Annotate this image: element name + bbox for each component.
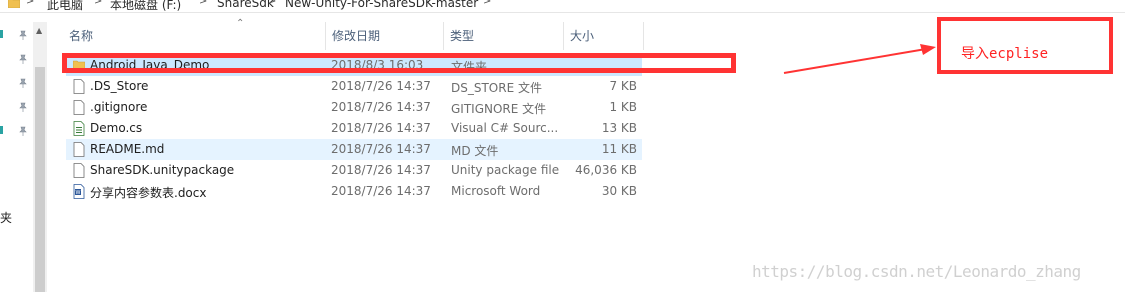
quick-access-marker [0, 30, 3, 38]
annotation-text: 导入ecplise [961, 46, 1049, 62]
annotation-arrow-icon [783, 44, 936, 74]
file-size: 7 KB [609, 79, 637, 93]
breadcrumb-separator: > [483, 0, 492, 7]
breadcrumb-this-pc[interactable]: 此电脑 [47, 0, 83, 13]
column-header-type[interactable]: 类型 [444, 22, 564, 50]
column-header-size[interactable]: 大小 [564, 22, 644, 50]
pin-icon [19, 54, 27, 64]
file-name: README.md [90, 142, 165, 156]
breadcrumb-separator: > [26, 0, 35, 7]
file-date: 2018/7/26 14:37 [331, 184, 431, 198]
file-row[interactable]: README.md 2018/7/26 14:37 MD 文件 11 KB [66, 139, 642, 160]
file-date: 2018/7/26 14:37 [331, 100, 431, 114]
file-name: Demo.cs [90, 121, 143, 135]
folder-icon [8, 0, 20, 8]
watermark: https://blog.csdn.net/Leonardo_zhang [752, 262, 1081, 281]
file-icon [73, 79, 85, 94]
file-size: 46,036 KB [575, 163, 637, 177]
file-type: Visual C# Sourc... [451, 121, 559, 135]
file-row[interactable]: ShareSDK.unitypackage 2018/7/26 14:37 Un… [66, 160, 642, 181]
file-icon [73, 163, 85, 178]
pin-icon [19, 78, 27, 88]
column-header-date[interactable]: 修改日期 [326, 22, 444, 50]
breadcrumb-project-folder[interactable]: New-Unity-For-ShareSDK-master [285, 0, 478, 10]
sort-caret-icon: ⌃ [236, 18, 245, 29]
column-header-name[interactable]: 名称 [63, 22, 326, 50]
navigation-pane[interactable]: 夹 [0, 14, 33, 292]
file-date: 2018/7/26 14:37 [331, 163, 431, 177]
file-icon [73, 142, 85, 157]
file-size: 11 KB [601, 142, 637, 156]
address-bar[interactable]: > 此电脑 > 本地磁盘 (F:) > ShareSdk > New-Unity… [0, 0, 1125, 13]
file-type: Unity package file [451, 163, 560, 177]
csharp-file-icon [73, 121, 85, 136]
file-row[interactable]: W 分享内容参数表.docx 2018/7/26 14:37 Microsoft… [66, 181, 642, 202]
file-icon [73, 100, 85, 115]
file-type: MD 文件 [451, 144, 499, 158]
column-header-row: 名称 修改日期 类型 大小 ⌃ [47, 18, 647, 50]
breadcrumb-separator: > [268, 0, 277, 7]
file-row[interactable]: .DS_Store 2018/7/26 14:37 DS_STORE 文件 7 … [66, 76, 642, 97]
scrollbar-thumb[interactable] [35, 67, 45, 292]
file-name: .gitignore [90, 100, 148, 114]
pin-icon [19, 102, 27, 112]
file-size: 1 KB [609, 100, 637, 114]
file-size: 30 KB [601, 184, 637, 198]
scroll-up-arrow-icon[interactable]: ▲ [36, 26, 42, 35]
annotation-callout: 导入ecplise [937, 17, 1113, 74]
file-row[interactable]: .gitignore 2018/7/26 14:37 GITIGNORE 文件 … [66, 97, 642, 118]
file-date: 2018/7/26 14:37 [331, 121, 431, 135]
breadcrumb-local-disk[interactable]: 本地磁盘 (F:) [110, 0, 181, 13]
file-date: 2018/7/26 14:37 [331, 142, 431, 156]
breadcrumb-separator: > [199, 0, 208, 7]
breadcrumb-separator: > [94, 0, 103, 7]
nav-item-label[interactable]: 夹 [0, 209, 12, 226]
nav-scrollbar[interactable]: ▲ [33, 22, 47, 292]
quick-access-marker [0, 126, 3, 134]
pin-icon [19, 126, 27, 136]
breadcrumb-sharesdk[interactable]: ShareSdk [217, 0, 274, 10]
file-row[interactable]: Demo.cs 2018/7/26 14:37 Visual C# Sourc.… [66, 118, 642, 139]
annotation-highlight-box [62, 53, 736, 73]
file-type: Microsoft Word [451, 184, 541, 198]
file-name: .DS_Store [90, 79, 149, 93]
file-name: 分享内容参数表.docx [90, 186, 207, 200]
file-type: GITIGNORE 文件 [451, 102, 547, 116]
file-type: DS_STORE 文件 [451, 81, 542, 95]
file-date: 2018/7/26 14:37 [331, 79, 431, 93]
file-size: 13 KB [601, 121, 637, 135]
file-name: ShareSDK.unitypackage [90, 163, 235, 177]
pin-icon [19, 30, 27, 40]
word-file-icon: W [73, 184, 85, 199]
svg-text:W: W [76, 190, 81, 196]
